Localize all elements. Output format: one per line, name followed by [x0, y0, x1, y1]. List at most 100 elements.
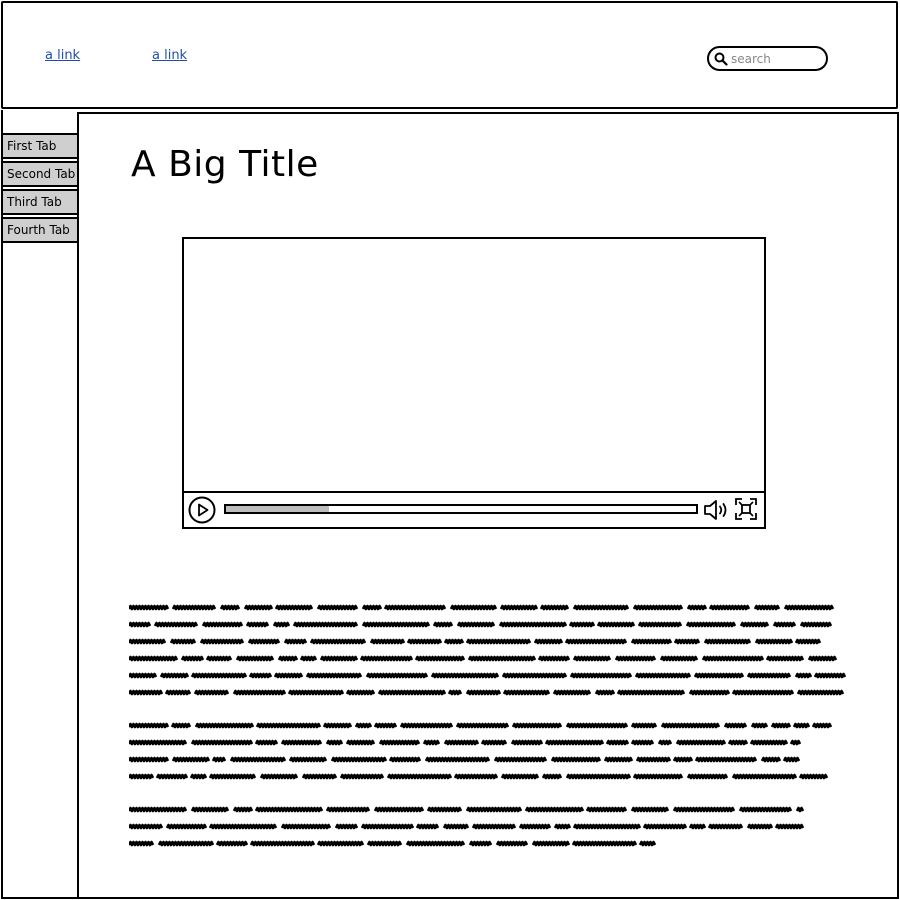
scribble-word [605, 739, 630, 746]
scribble-word [254, 806, 324, 813]
scribble-word [232, 689, 287, 696]
scribble-word [259, 773, 299, 780]
tab-fourth[interactable]: Fourth Tab [3, 217, 80, 243]
scribble-word [533, 638, 564, 645]
scribble-word [465, 689, 502, 696]
scribble-word [277, 655, 299, 662]
scribble-word [388, 756, 422, 763]
scribble-word [754, 638, 794, 645]
fullscreen-icon[interactable] [734, 497, 758, 521]
scribble-word [153, 621, 199, 628]
scribble-word [659, 655, 699, 662]
scribble-word [746, 672, 792, 679]
scribble-word [129, 739, 188, 746]
scribble-word [305, 672, 363, 679]
scribble-word [614, 655, 657, 662]
scribble-word [672, 756, 694, 763]
scribble-word [552, 689, 592, 696]
scribble-word [783, 604, 835, 611]
nav-link-1[interactable]: a link [45, 48, 80, 63]
scribble-word [129, 773, 155, 780]
play-icon[interactable] [188, 496, 216, 524]
scribble-word [319, 655, 359, 662]
volume-icon[interactable] [703, 498, 731, 522]
scribble-word [642, 823, 688, 830]
scribble-word [753, 604, 781, 611]
video-player[interactable] [182, 237, 766, 529]
scribble-word [685, 621, 737, 628]
scribble-word [672, 806, 736, 813]
search-input[interactable] [731, 49, 823, 68]
scribble-word [414, 655, 466, 662]
scribble-word [630, 638, 673, 645]
scribble-word [383, 604, 447, 611]
scribble-word [544, 739, 605, 746]
scribble-word [465, 806, 523, 813]
scribble-word [499, 604, 539, 611]
scribble-word [219, 604, 241, 611]
scribble-word [432, 621, 454, 628]
scribble-word [616, 689, 686, 696]
vertical-tab-list: First Tab Second Tab Third Tab Fourth Ta… [3, 133, 80, 245]
scribble-word [208, 773, 257, 780]
scribble-word [498, 621, 568, 628]
scribble-word [811, 722, 833, 729]
scribble-word [399, 722, 454, 729]
scribble-word [316, 840, 365, 847]
scribble-word [660, 722, 721, 729]
scribble-word [232, 806, 254, 813]
scribble-word [739, 621, 770, 628]
scribble-word [765, 655, 805, 662]
scribble-word [630, 806, 670, 813]
search-box[interactable] [707, 46, 828, 71]
video-progress-fill [226, 506, 330, 512]
scribble-word [377, 689, 447, 696]
tab-first[interactable]: First Tab [3, 133, 80, 159]
scribble-word [596, 621, 636, 628]
scribble-word [235, 655, 275, 662]
scribble-word [688, 689, 731, 696]
scribble-word [727, 739, 749, 746]
scribble-word [686, 604, 708, 611]
scribble-word [129, 722, 170, 729]
scribble-word [301, 773, 338, 780]
scribble-word [288, 756, 328, 763]
video-progress-bar[interactable] [224, 504, 698, 514]
scribble-word [243, 604, 274, 611]
scribble-word [594, 689, 616, 696]
scribble-word [426, 806, 463, 813]
scribble-word [686, 773, 729, 780]
scribble-word [794, 638, 822, 645]
nav-link-2[interactable]: a link [152, 48, 187, 63]
scribble-word [510, 739, 544, 746]
scribble-word [501, 672, 568, 679]
scribble-word [770, 722, 792, 729]
scribble-word [468, 840, 493, 847]
scribble-word [369, 638, 406, 645]
scribble-word [170, 722, 192, 729]
scribble-word [359, 655, 414, 662]
scribble-word [165, 823, 208, 830]
scribble-word [565, 773, 632, 780]
scribble-word [449, 604, 498, 611]
page-title: A Big Title [131, 144, 319, 185]
scribble-word [190, 672, 248, 679]
scribble-word [693, 672, 745, 679]
tab-third[interactable]: Third Tab [3, 189, 80, 215]
scribble-word [245, 621, 270, 628]
scribble-word [632, 773, 684, 780]
scribble-word [796, 689, 845, 696]
scribble-word [789, 739, 802, 746]
scribble-word [247, 638, 281, 645]
scribble-word [798, 773, 829, 780]
scribble-word [675, 739, 727, 746]
scribble-word [274, 604, 314, 611]
scribble-word [731, 689, 795, 696]
scribble-word [193, 689, 230, 696]
scribble-word [502, 689, 551, 696]
scribble-word [453, 773, 499, 780]
scribble-word [694, 756, 758, 763]
video-controls [184, 491, 764, 527]
scribble-word [164, 689, 192, 696]
tab-second[interactable]: Second Tab [3, 161, 80, 187]
